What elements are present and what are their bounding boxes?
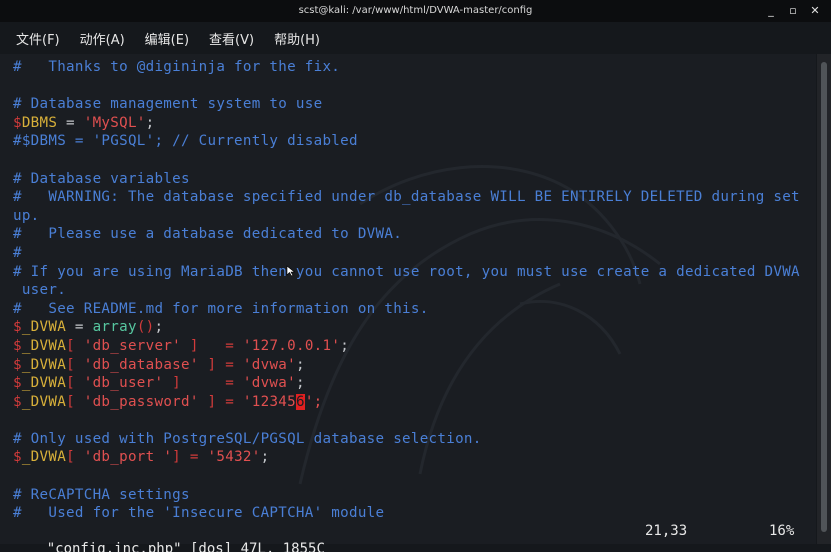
menu-action[interactable]: 动作(A) [80,29,125,48]
code-token: = [57,114,84,131]
code-token: _DVWA [21,375,67,392]
code-token: ; [295,356,305,373]
code-token: $ [13,319,22,336]
code-line: #$DBMS = 'PGSQL'; // Currently disabled [13,133,358,150]
code-line: # Please use a database dedicated to DVW… [13,226,403,243]
vertical-scrollbar[interactable] [817,54,831,544]
code-line: # Only used with PostgreSQL/PGSQL databa… [13,430,482,447]
code-line: # Database variables [13,170,190,187]
code-token: '5432' [207,449,261,466]
maximize-button[interactable]: ▫ [787,0,799,22]
code-line: # See README.md for more information on … [13,300,429,317]
code-token: _DVWA [21,393,67,410]
code-line: $_DVWA[ 'db_user' ] = 'dvwa'; [13,374,813,393]
vim-status-line: "config.inc.php" [dos] 47L, 1855C 21,33 … [13,522,813,552]
code-token: ] = [163,375,243,392]
code-line: $_DVWA = array(); [13,318,813,337]
status-file-info: "config.inc.php" [dos] 47L, 1855C [46,541,325,552]
code-line: # WARNING: The database specified under … [13,189,800,206]
menu-view[interactable]: 查看(V) [209,29,254,48]
code-line: $_DVWA[ 'db_port '] = '5432'; [13,448,813,467]
code-token: _DVWA [21,337,67,354]
window-controls: _ ▫ ✕ [765,0,821,22]
code-token: '12345 [242,393,296,410]
code-token: = [66,319,93,336]
close-button[interactable]: ✕ [809,0,821,22]
code-line: up. [13,207,40,224]
code-token: 'db_user' [83,375,164,392]
code-token: DBMS [21,114,58,131]
code-line: # Thanks to @digininja for the fix. [13,59,341,75]
code-token: [ [66,449,84,466]
code-line: $_DVWA[ 'db_server' ] = '127.0.0.1'; [13,337,813,356]
code-token: ; [295,375,305,392]
code-token: ] = [181,337,243,354]
code-line: # ReCAPTCHA settings [13,486,190,503]
code-token: 'MySQL' [83,114,146,131]
code-lines: # Thanks to @digininja for the fix. # Da… [13,58,813,523]
code-token: $ [13,337,22,354]
code-line: user. [13,282,67,299]
code-line: $_DVWA[ 'db_password' ] = '123456'; [13,393,813,412]
code-token: ] = [198,356,243,373]
code-token: _DVWA [21,449,67,466]
code-token: ] = [172,449,208,466]
code-token: '; [304,393,323,410]
code-token: [ [66,356,84,373]
code-token: [ [66,337,84,354]
code-token: ; [340,337,350,354]
code-token: array [92,319,137,336]
code-token: 'dvwa' [242,356,296,373]
code-token: () [136,319,155,336]
code-token: $ [13,449,22,466]
code-token: _DVWA [21,319,67,336]
code-line: # Database management system to use [13,96,323,113]
menu-help[interactable]: 帮助(H) [274,29,320,48]
code-token: 'db_password' [83,393,199,410]
code-token: ; [145,114,155,131]
terminal-window: scst@kali: /var/www/html/DVWA-master/con… [0,0,831,552]
minimize-button[interactable]: _ [765,0,777,22]
code-line: # If you are using MariaDB then you cann… [13,263,800,280]
window-title: scst@kali: /var/www/html/DVWA-master/con… [298,5,533,16]
code-token: _DVWA [21,356,67,373]
code-token: [ [66,393,84,410]
menu-edit[interactable]: 编辑(E) [145,29,189,48]
code-token: $ [13,393,22,410]
code-token: [ [66,375,84,392]
text-cursor: 6 [295,393,305,410]
code-line: # Used for the 'Insecure CAPTCHA' module [13,505,385,522]
code-token: 'dvwa' [242,375,296,392]
code-token: 'db_database' [83,356,199,373]
code-line: # [13,244,22,261]
terminal-text-area[interactable]: # Thanks to @digininja for the fix. # Da… [0,54,816,544]
status-scroll-percent: 16% [769,523,795,539]
code-token: $ [13,356,22,373]
code-token: '127.0.0.1' [242,337,341,354]
code-token: 'db_port ' [83,449,173,466]
code-line: $DBMS = 'MySQL'; [13,114,813,133]
code-token: $ [13,114,22,131]
status-cursor-position: 21,33 [645,523,688,539]
code-token: ; [260,449,270,466]
code-token: 'db_server' [83,337,182,354]
title-bar[interactable]: scst@kali: /var/www/html/DVWA-master/con… [0,0,831,22]
scrollbar-thumb[interactable] [821,62,827,532]
menu-file[interactable]: 文件(F) [16,29,60,48]
code-line: $_DVWA[ 'db_database' ] = 'dvwa'; [13,356,813,375]
mouse-pointer-icon [286,265,296,277]
code-token: ] = [198,393,243,410]
code-token: $ [13,375,22,392]
menu-bar: 文件(F) 动作(A) 编辑(E) 查看(V) 帮助(H) [0,22,831,54]
code-token: ; [154,319,164,336]
